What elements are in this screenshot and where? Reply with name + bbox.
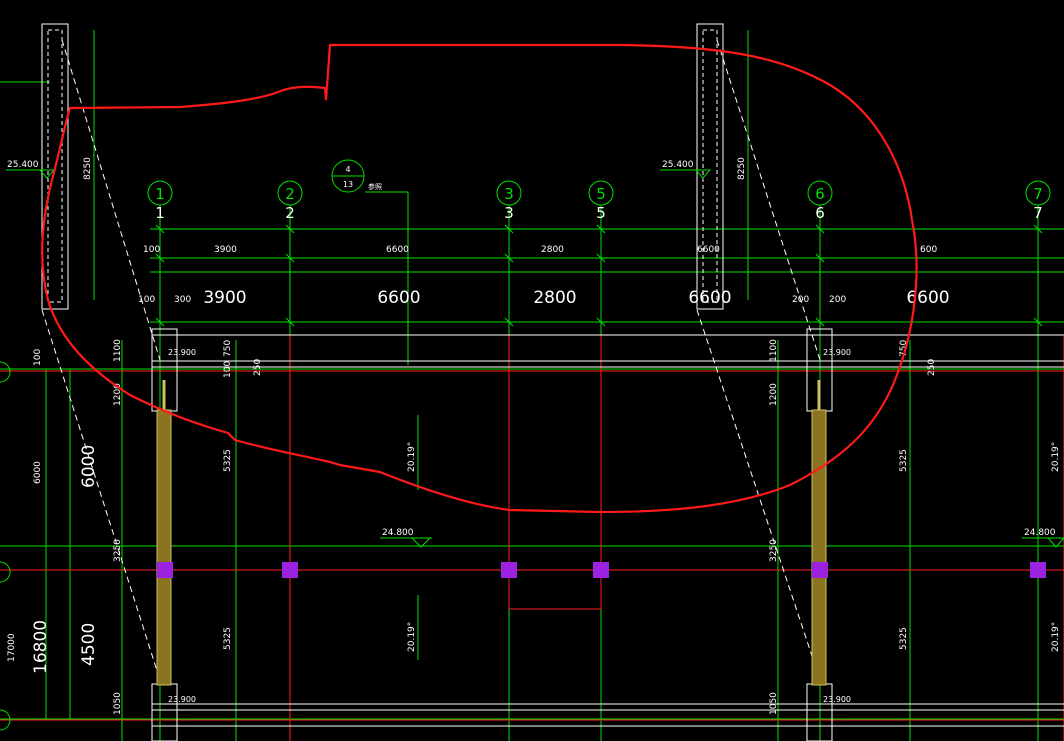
elevation-column-top-1: 23.900: [168, 348, 196, 357]
svg-text:20.19°: 20.19°: [407, 442, 417, 472]
svg-text:3900: 3900: [203, 288, 246, 308]
column-1-body: [156, 409, 172, 686]
svg-text:5325: 5325: [223, 627, 233, 650]
svg-text:7: 7: [1033, 185, 1043, 203]
svg-text:1050: 1050: [113, 692, 123, 715]
svg-text:6600: 6600: [377, 288, 420, 308]
svg-text:6600: 6600: [697, 245, 720, 255]
column-marker-7: [1030, 562, 1046, 578]
svg-text:2800: 2800: [541, 245, 564, 255]
svg-text:20.19°: 20.19°: [407, 622, 417, 652]
svg-text:2: 2: [285, 204, 295, 222]
svg-text:6: 6: [815, 204, 825, 222]
svg-text:6000: 6000: [33, 461, 43, 484]
svg-text:5: 5: [596, 185, 606, 203]
svg-text:25.400: 25.400: [662, 160, 694, 170]
svg-text:1: 1: [155, 185, 165, 203]
svg-text:1100: 1100: [769, 339, 779, 362]
svg-text:参照: 参照: [368, 182, 382, 191]
svg-text:23.900: 23.900: [823, 348, 851, 357]
svg-text:24.800: 24.800: [382, 528, 414, 538]
svg-text:20.19°: 20.19°: [1051, 622, 1061, 652]
svg-text:16800: 16800: [31, 620, 51, 674]
svg-text:6: 6: [815, 185, 825, 203]
elevation-column-top-3: 23.900: [168, 695, 196, 704]
column-marker-2: [282, 562, 298, 578]
svg-text:5325: 5325: [899, 627, 909, 650]
svg-text:3250: 3250: [769, 539, 779, 562]
svg-text:100: 100: [143, 245, 160, 255]
svg-text:1200: 1200: [769, 383, 779, 406]
svg-text:3250: 3250: [113, 539, 123, 562]
svg-text:100: 100: [223, 361, 233, 378]
svg-text:2800: 2800: [533, 288, 576, 308]
column-marker-1: [157, 562, 173, 578]
svg-text:100: 100: [138, 295, 155, 305]
svg-text:25.400: 25.400: [7, 160, 39, 170]
column-marker-5: [593, 562, 609, 578]
svg-text:1050: 1050: [769, 692, 779, 715]
svg-text:8250: 8250: [83, 157, 93, 180]
svg-text:1100: 1100: [113, 339, 123, 362]
column-6-body: [811, 409, 827, 686]
svg-text:6600: 6600: [386, 245, 409, 255]
svg-text:2: 2: [285, 185, 295, 203]
svg-text:7: 7: [1033, 204, 1043, 222]
elevation-column-top-2: 23.900: [823, 348, 851, 357]
svg-text:750: 750: [223, 340, 233, 357]
svg-text:13: 13: [343, 180, 353, 189]
svg-text:600: 600: [920, 245, 937, 255]
svg-text:3900: 3900: [214, 245, 237, 255]
svg-text:6600: 6600: [688, 288, 731, 308]
svg-text:100: 100: [33, 349, 43, 366]
svg-text:200: 200: [792, 295, 809, 305]
svg-text:4: 4: [345, 165, 350, 174]
svg-text:5: 5: [596, 204, 606, 222]
svg-text:6600: 6600: [906, 288, 949, 308]
column-marker-3: [501, 562, 517, 578]
svg-text:250: 250: [927, 359, 937, 376]
svg-text:4500: 4500: [79, 623, 99, 666]
svg-text:6000: 6000: [79, 445, 99, 488]
svg-text:1: 1: [155, 204, 165, 222]
svg-text:250: 250: [253, 359, 263, 376]
svg-text:20.19°: 20.19°: [1051, 442, 1061, 472]
column-marker-6: [812, 562, 828, 578]
svg-text:5325: 5325: [223, 449, 233, 472]
svg-text:24.800: 24.800: [1024, 528, 1056, 538]
svg-text:3: 3: [504, 204, 514, 222]
elevation-column-top-4: 23.900: [823, 695, 851, 704]
svg-text:23.900: 23.900: [823, 695, 851, 704]
svg-text:23.900: 23.900: [168, 695, 196, 704]
svg-text:8250: 8250: [737, 157, 747, 180]
svg-text:23.900: 23.900: [168, 348, 196, 357]
svg-text:300: 300: [174, 295, 191, 305]
svg-text:5325: 5325: [899, 449, 909, 472]
svg-text:17000: 17000: [7, 633, 17, 662]
svg-text:200: 200: [829, 295, 846, 305]
cad-drawing-canvas[interactable]: 1 1 2 2 3 3 5 5 6 6 7 7 4 13 参照 100 3900…: [0, 0, 1064, 741]
svg-text:3: 3: [504, 185, 514, 203]
